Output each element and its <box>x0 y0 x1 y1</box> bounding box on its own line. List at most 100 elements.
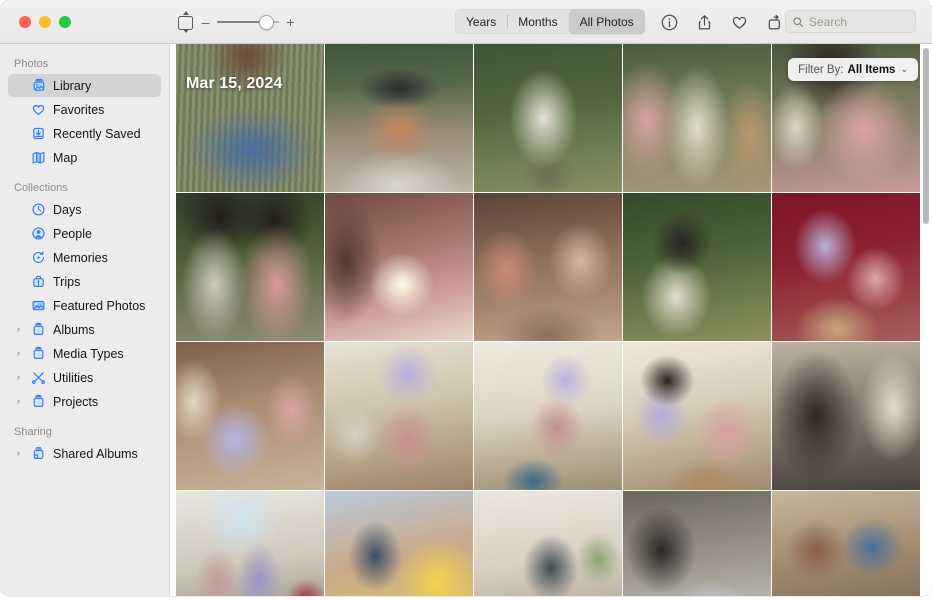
tools-icon <box>30 370 46 386</box>
zoom-out-button[interactable]: – <box>201 15 210 29</box>
disclosure-arrow[interactable]: › <box>14 373 23 382</box>
sidebar-item-label: Map <box>53 150 78 165</box>
library-icon <box>30 78 46 94</box>
photo-tile[interactable] <box>623 44 771 192</box>
sidebar-item-label: Favorites <box>53 102 105 117</box>
search-icon <box>793 16 803 27</box>
photos-app-window: – + Years Months All Photos Search Photo… <box>0 0 932 596</box>
photo-tile[interactable] <box>325 44 473 192</box>
filter-by-dropdown[interactable]: Filter By: All Items ⌄ <box>788 58 918 81</box>
tab-all-photos[interactable]: All Photos <box>568 9 645 34</box>
suitcase-icon <box>30 274 46 290</box>
sidebar-item-label: Days <box>53 202 82 217</box>
photo-tile[interactable] <box>623 491 771 596</box>
info-icon[interactable] <box>660 13 679 32</box>
sidebar-item-map[interactable]: › Map <box>8 146 161 169</box>
photo-tile[interactable] <box>772 193 920 341</box>
disclosure-arrow[interactable]: › <box>14 449 23 458</box>
sidebar-section-photos-title: Photos <box>14 58 49 70</box>
sidebar-item-label: Trips <box>53 274 81 289</box>
filter-value: All Items <box>847 63 896 76</box>
toolbar-actions <box>660 0 784 44</box>
sidebar-item-shared-albums[interactable]: › Shared Albums <box>8 442 161 465</box>
rotate-icon[interactable] <box>765 13 784 32</box>
photo-grid-area[interactable]: Filter By: All Items ⌄ Mar 15, 2024 <box>170 44 932 596</box>
sidebar-item-media-types[interactable]: › Media Types <box>8 342 161 365</box>
sidebar-item-trips[interactable]: › Trips <box>8 270 161 293</box>
close-button[interactable] <box>19 15 31 28</box>
toolbar: – + Years Months All Photos <box>0 0 932 44</box>
map-icon <box>30 150 46 166</box>
clock-icon <box>30 202 46 218</box>
sidebar-item-memories[interactable]: › Memories <box>8 246 161 269</box>
sidebar-item-label: People <box>53 226 92 241</box>
zoom-controls: – + <box>177 10 295 33</box>
zoom-button[interactable] <box>59 15 71 28</box>
slider-knob[interactable] <box>259 14 274 30</box>
sidebar-item-utilities[interactable]: › Utilities <box>8 366 161 389</box>
photo-tile[interactable] <box>474 44 622 192</box>
sidebar-item-featured-photos[interactable]: › Featured Photos <box>8 294 161 317</box>
photo-grid: Mar 15, 2024 <box>176 44 926 596</box>
photo-tile[interactable] <box>325 193 473 341</box>
search-input[interactable] <box>809 14 909 29</box>
window-controls <box>19 15 81 28</box>
photo-tile[interactable] <box>176 491 324 596</box>
disclosure-arrow[interactable]: › <box>14 349 23 358</box>
sidebar-item-albums[interactable]: › Albums <box>8 318 161 341</box>
minimize-button[interactable] <box>39 15 51 28</box>
thumbnail-size-slider[interactable] <box>217 14 279 30</box>
sidebar-item-projects[interactable]: › Projects <box>8 390 161 413</box>
download-tray-icon <box>30 126 46 142</box>
share-icon[interactable] <box>695 13 714 32</box>
album-icon <box>30 394 46 410</box>
memories-play-icon <box>30 250 46 266</box>
sidebar-item-favorites[interactable]: › Favorites <box>8 98 161 121</box>
sidebar-item-label: Media Types <box>53 346 124 361</box>
heart-icon <box>30 102 46 118</box>
sidebar-item-label: Recently Saved <box>53 126 141 141</box>
filter-label: Filter By: <box>798 63 844 76</box>
sidebar-item-people[interactable]: › People <box>8 222 161 245</box>
sidebar-section-sharing-title: Sharing <box>14 426 52 438</box>
photo-tile[interactable]: Mar 15, 2024 <box>176 44 324 192</box>
view-mode-segmented-control: Years Months All Photos <box>455 9 645 34</box>
sidebar-item-label: Projects <box>53 394 99 409</box>
sidebar-item-label: Shared Albums <box>53 446 138 461</box>
photo-tile[interactable] <box>772 342 920 490</box>
photo-tile[interactable] <box>474 342 622 490</box>
sidebar-item-library[interactable]: › Library <box>8 74 161 97</box>
sidebar-item-label: Library <box>53 78 92 93</box>
favorite-heart-icon[interactable] <box>730 13 749 32</box>
sidebar-item-label: Featured Photos <box>53 298 146 313</box>
person-circle-icon <box>30 226 46 242</box>
photo-tile[interactable] <box>623 193 771 341</box>
album-icon <box>30 322 46 338</box>
sidebar: Photos › Library › Favorites <box>0 44 170 596</box>
sidebar-item-days[interactable]: › Days <box>8 198 161 221</box>
photo-tile[interactable] <box>176 193 324 341</box>
zoom-in-button[interactable]: + <box>286 15 295 29</box>
photo-tile[interactable] <box>474 491 622 596</box>
photo-tile[interactable] <box>474 193 622 341</box>
featured-photo-icon <box>30 298 46 314</box>
date-label: Mar 15, 2024 <box>186 75 283 92</box>
photo-tile[interactable] <box>623 342 771 490</box>
chevron-down-icon: ⌄ <box>900 64 908 74</box>
photo-tile[interactable] <box>325 342 473 490</box>
shared-album-icon <box>30 446 46 462</box>
photo-tile[interactable] <box>325 491 473 596</box>
photo-tile[interactable] <box>772 491 920 596</box>
disclosure-arrow[interactable]: › <box>14 397 23 406</box>
sidebar-item-label: Utilities <box>53 370 94 385</box>
tab-years[interactable]: Years <box>455 9 507 34</box>
sidebar-item-label: Memories <box>53 250 108 265</box>
search-field[interactable] <box>785 10 916 33</box>
disclosure-arrow[interactable]: › <box>14 325 23 334</box>
album-icon <box>30 346 46 362</box>
sidebar-item-recently-saved[interactable]: › Recently Saved <box>8 122 161 145</box>
tab-months[interactable]: Months <box>507 9 568 34</box>
photo-tile[interactable] <box>176 342 324 490</box>
aspect-ratio-icon[interactable] <box>177 10 194 33</box>
vertical-scrollbar[interactable] <box>923 48 929 224</box>
